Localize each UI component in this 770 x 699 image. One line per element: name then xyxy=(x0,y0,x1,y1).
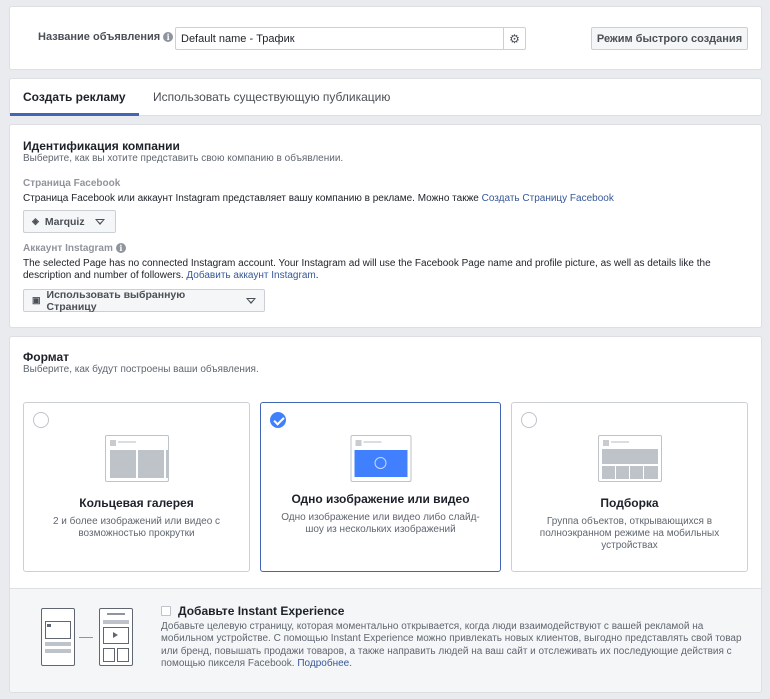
info-icon[interactable]: i xyxy=(115,243,126,254)
carousel-description: 2 и более изображений или видео с возмож… xyxy=(52,516,221,539)
add-instagram-link[interactable]: Добавить аккаунт Instagram xyxy=(186,270,315,281)
ad-name-card: Название объявленияi ⚙ Режим быстрого со… xyxy=(9,6,762,70)
page-dropdown-value: Marquiz xyxy=(44,215,85,228)
instagram-text-line1: The selected Page has no connected Insta… xyxy=(23,258,711,269)
gear-icon[interactable]: ⚙ xyxy=(503,28,525,49)
instagram-text-line2: description and number of followers. xyxy=(23,270,184,281)
tab-create-ad[interactable]: Создать рекламу xyxy=(10,79,139,116)
tab-bar: Создать рекламу Использовать существующу… xyxy=(9,78,762,116)
collection-title: Подборка xyxy=(600,496,659,510)
instant-experience-section: Добавьте Instant Experience Добавьте цел… xyxy=(10,588,761,692)
ad-name-label: Название объявления i xyxy=(38,31,174,43)
quick-create-button[interactable]: Режим быстрого создания xyxy=(591,27,748,50)
instagram-account-label: Аккаунт Instagram i xyxy=(23,243,126,254)
page-icon: ◈ xyxy=(32,216,39,226)
format-subtitle: Выберите, как будут построены ваши объяв… xyxy=(23,364,259,375)
tab-use-existing-post[interactable]: Использовать существующую публикацию xyxy=(153,79,390,115)
instagram-dropdown[interactable]: ▣ Использовать выбранную Страницу xyxy=(23,288,265,313)
info-icon[interactable]: i xyxy=(163,32,174,43)
carousel-radio[interactable] xyxy=(33,412,49,428)
play-icon xyxy=(374,457,386,469)
single-image-icon xyxy=(350,435,411,482)
carousel-icon xyxy=(104,435,169,482)
instagram-label-text: Аккаунт Instagram xyxy=(23,243,113,254)
format-section: Формат Выберите, как будут построены ваш… xyxy=(9,336,762,693)
format-option-carousel[interactable]: Кольцевая галерея 2 и более изображений … xyxy=(23,402,250,572)
instant-experience-title: Добавьте Instant Experience xyxy=(178,604,345,618)
identity-subtitle: Выберите, как вы хотите представить свою… xyxy=(23,153,344,164)
format-option-collection[interactable]: Подборка Группа объектов, открывающихся … xyxy=(511,402,748,572)
facebook-page-description: Страница Facebook или аккаунт Instagram … xyxy=(23,193,614,205)
instant-experience-description: Добавьте целевую страницу, которая момен… xyxy=(161,621,751,671)
facebook-page-label: Страница Facebook xyxy=(23,178,121,189)
page-flag-icon: ▣ xyxy=(32,295,41,305)
instagram-dropdown-value: Использовать выбранную Страницу xyxy=(46,288,186,313)
learn-more-link[interactable]: Подробнее. xyxy=(297,658,352,669)
ad-name-input[interactable] xyxy=(181,32,499,46)
format-option-single-image[interactable]: Одно изображение или видео Одно изображе… xyxy=(260,402,501,572)
single-image-title: Одно изображение или видео xyxy=(291,492,470,506)
instagram-description: The selected Page has no connected Insta… xyxy=(23,258,711,281)
collection-radio[interactable] xyxy=(521,412,537,428)
instant-experience-checkbox[interactable] xyxy=(161,606,171,616)
collection-icon xyxy=(597,435,662,482)
create-facebook-page-link[interactable]: Создать Страницу Facebook xyxy=(482,193,614,204)
page-dropdown[interactable]: ◈ Marquiz xyxy=(23,210,116,233)
single-image-radio[interactable] xyxy=(270,412,286,428)
chevron-down-icon xyxy=(246,297,256,304)
instant-experience-illustration xyxy=(41,608,136,668)
format-title: Формат xyxy=(23,350,70,364)
instant-experience-text: Добавьте целевую страницу, которая момен… xyxy=(161,621,742,670)
ad-name-field[interactable]: ⚙ xyxy=(175,27,526,50)
identity-title: Идентификация компании xyxy=(23,139,180,153)
collection-description: Группа объектов, открывающихся в полноэк… xyxy=(539,516,720,551)
facebook-page-text: Страница Facebook или аккаунт Instagram … xyxy=(23,193,479,204)
single-image-description: Одно изображение или видео либо слайд-шо… xyxy=(281,512,480,535)
ad-name-label-text: Название объявления xyxy=(38,31,161,43)
carousel-title: Кольцевая галерея xyxy=(79,496,194,510)
chevron-down-icon xyxy=(94,218,105,225)
identity-section: Идентификация компании Выберите, как вы … xyxy=(9,124,762,328)
